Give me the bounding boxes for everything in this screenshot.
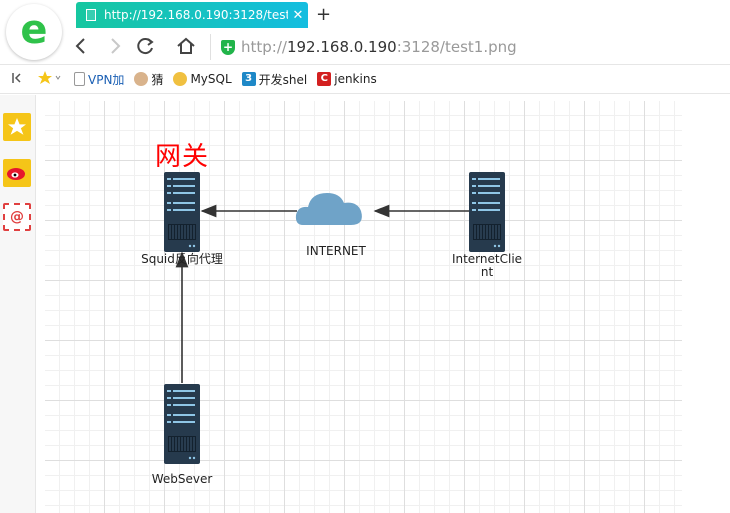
bookmarks-bar: VPN加 猜 MySQL 3 开发shel C jenkins bbox=[0, 64, 730, 94]
favorites-star-icon[interactable] bbox=[38, 70, 62, 88]
browser-e-icon: e bbox=[20, 7, 48, 53]
internet-cloud-icon bbox=[295, 193, 362, 225]
url-scheme: http:// bbox=[241, 38, 287, 56]
app-icon: 3 bbox=[241, 72, 256, 86]
bookmark-label: VPN加 bbox=[88, 72, 125, 87]
avatar-icon bbox=[134, 72, 149, 86]
collapse-sidebar-icon[interactable] bbox=[12, 72, 22, 87]
url-path: :3128/test1.png bbox=[396, 38, 517, 56]
new-tab-button[interactable]: + bbox=[316, 4, 331, 25]
reload-button[interactable] bbox=[136, 34, 156, 63]
browser-logo[interactable]: e bbox=[6, 4, 62, 60]
bookmark-guess[interactable]: 猜 bbox=[134, 71, 163, 88]
page-icon bbox=[86, 9, 96, 21]
diagram-canvas: 网关 Squid反向代理 INTERNET InternetClient Web… bbox=[45, 101, 682, 513]
bookmark-vpn[interactable]: VPN加 bbox=[74, 71, 124, 88]
back-button[interactable] bbox=[74, 34, 88, 63]
title-bar: http://192.168.0.190:3128/test1.png ✕ + bbox=[0, 0, 730, 30]
star-icon[interactable] bbox=[3, 113, 31, 141]
squid-label: Squid反向代理 bbox=[141, 252, 223, 266]
navigation-bar: + http:// 192.168.0.190 :3128/test1.png bbox=[0, 30, 730, 64]
bookmark-dev-shell[interactable]: 3 开发shel bbox=[241, 71, 308, 88]
internet-label: INTERNET bbox=[306, 244, 366, 258]
forward-button[interactable] bbox=[108, 34, 122, 63]
home-icon bbox=[177, 37, 195, 54]
sidebar: @ bbox=[0, 95, 36, 513]
c-icon: C bbox=[317, 72, 332, 86]
shield-icon: + bbox=[221, 39, 235, 55]
bookmark-label: 开发shel bbox=[258, 72, 308, 87]
bookmark-label: 猜 bbox=[151, 72, 164, 87]
bookmark-mysql[interactable]: MySQL bbox=[173, 72, 232, 86]
weibo-icon[interactable] bbox=[3, 159, 31, 187]
address-bar[interactable]: + http:// 192.168.0.190 :3128/test1.png bbox=[210, 34, 730, 60]
client-label: InternetClient bbox=[451, 252, 523, 279]
chevron-right-icon bbox=[111, 38, 121, 54]
gateway-label: 网关 bbox=[155, 142, 210, 172]
websever-server-icon bbox=[163, 383, 201, 465]
home-button[interactable] bbox=[176, 34, 196, 63]
bookmark-label: jenkins bbox=[334, 72, 377, 86]
websever-label: WebSever bbox=[151, 472, 213, 486]
bookmark-jenkins[interactable]: C jenkins bbox=[317, 72, 377, 86]
bookmark-label: MySQL bbox=[190, 72, 232, 86]
reload-icon bbox=[137, 38, 154, 55]
network-diagram bbox=[163, 171, 506, 465]
client-server-icon bbox=[468, 171, 506, 253]
mail-icon[interactable]: @ bbox=[3, 203, 31, 231]
tab-close-button[interactable]: ✕ bbox=[288, 8, 308, 23]
avatar-icon bbox=[173, 72, 188, 86]
browser-tab[interactable]: http://192.168.0.190:3128/test1.png ✕ bbox=[76, 2, 308, 28]
chevron-left-icon bbox=[75, 38, 85, 54]
url-host: 192.168.0.190 bbox=[286, 38, 397, 56]
tab-title: http://192.168.0.190:3128/test1.png bbox=[104, 8, 288, 22]
page-icon bbox=[74, 72, 85, 86]
squid-server-icon bbox=[163, 171, 201, 253]
